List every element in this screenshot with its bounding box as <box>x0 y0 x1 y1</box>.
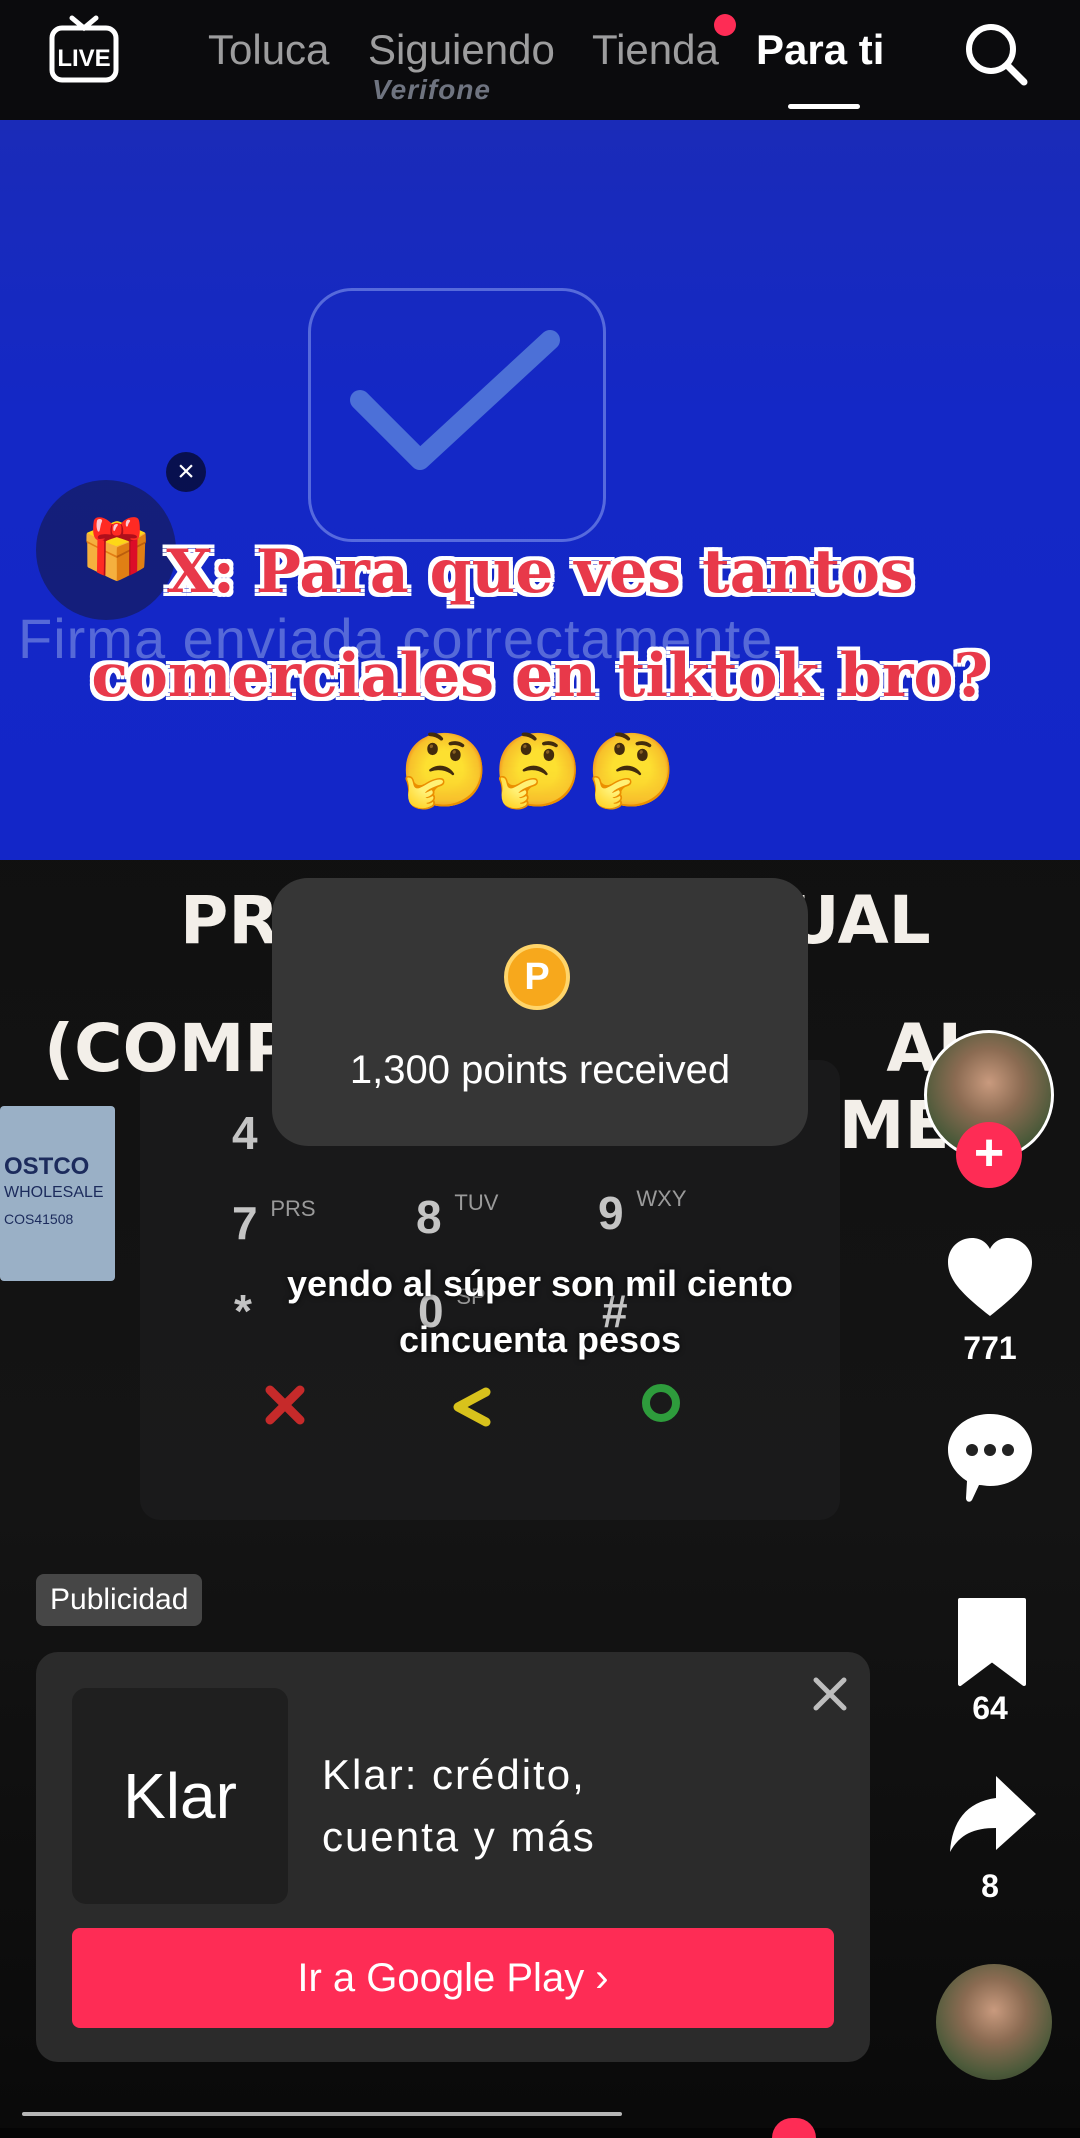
video-progress-bar[interactable] <box>22 2112 622 2116</box>
tab-tienda[interactable]: Tienda <box>592 26 719 74</box>
tab-para-ti[interactable]: Para ti <box>756 26 884 74</box>
tab-siguiendo[interactable]: Siguiendo <box>368 26 555 74</box>
key-4: 4 <box>232 1107 258 1159</box>
gift-close-button[interactable]: × <box>166 452 206 492</box>
comment-icon[interactable] <box>942 1408 1038 1504</box>
points-received-text: 1,300 points received <box>349 1048 731 1092</box>
active-tab-indicator <box>788 104 860 109</box>
costco-sticker: OSTCO WHOLESALE COS41508 <box>0 1106 115 1281</box>
points-toast <box>272 878 808 1146</box>
live-icon[interactable]: LIVE <box>48 14 120 86</box>
points-coin-icon: P <box>504 944 570 1010</box>
ad-badge: Publicidad <box>36 1574 203 1626</box>
key-7: 7 PRS <box>232 1196 316 1249</box>
search-icon[interactable] <box>962 20 1030 88</box>
notification-dot <box>714 14 736 36</box>
bookmark-icon[interactable] <box>944 1594 1040 1690</box>
tab-toluca[interactable]: Toluca <box>208 26 329 74</box>
video-subtitle: yendo al súper son mil ciento cincuenta … <box>286 1263 794 1360</box>
sound-avatar[interactable] <box>936 1964 1052 2080</box>
ad-logo[interactable]: Klar <box>72 1688 288 1904</box>
heart-icon[interactable] <box>942 1230 1038 1326</box>
google-play-button[interactable]: Ir a Google Play › <box>72 1928 834 2028</box>
share-icon[interactable] <box>944 1770 1040 1866</box>
cancel-key-icon <box>265 1385 305 1425</box>
thinking-emojis: 🤔🤔🤔 <box>399 731 681 811</box>
save-count: 64 <box>972 1690 1008 1726</box>
key-8: 8 TUV <box>416 1190 499 1243</box>
top-navigation: LIVE Toluca Siguiendo Tienda Para ti <box>0 0 1080 130</box>
enter-key-icon <box>642 1384 680 1422</box>
svg-text:LIVE: LIVE <box>57 45 110 72</box>
video-caption: X: Para que ves tantos comerciales en ti… <box>91 537 989 711</box>
checkmark-icon <box>350 330 560 470</box>
clear-key-icon <box>453 1387 491 1427</box>
ad-app-name[interactable]: Klar: crédito, cuenta y más <box>322 1744 802 1868</box>
close-icon[interactable] <box>806 1670 854 1718</box>
share-count: 8 <box>981 1868 999 1904</box>
key-9: 9 WXY <box>598 1186 687 1239</box>
follow-button[interactable]: + <box>956 1122 1022 1188</box>
like-count: 771 <box>963 1330 1017 1366</box>
